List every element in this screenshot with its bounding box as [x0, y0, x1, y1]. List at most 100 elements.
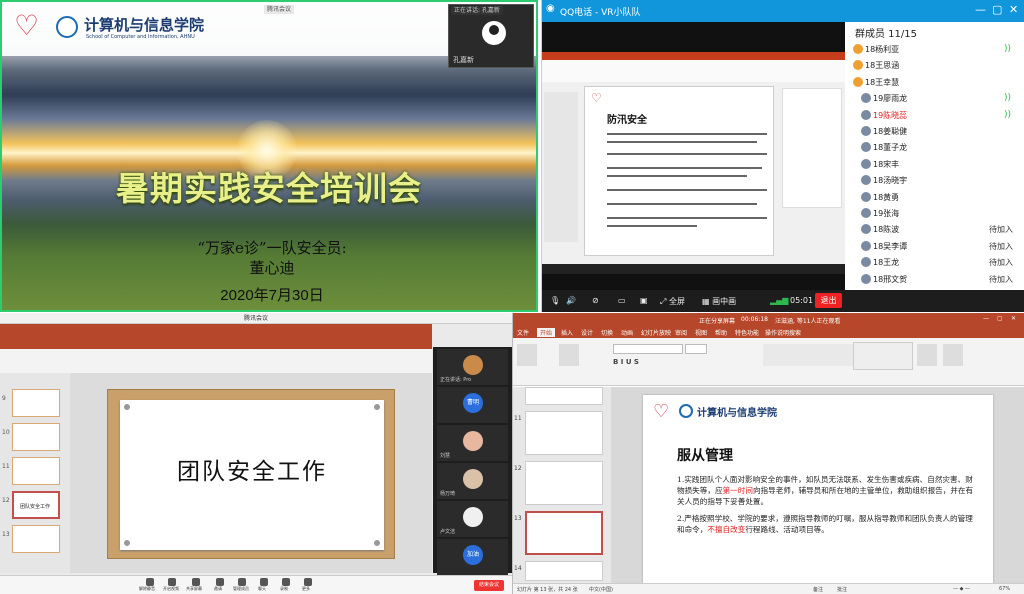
slide-thumb[interactable]: [525, 561, 603, 581]
slide-thumb-selected[interactable]: 团队安全工作: [12, 491, 60, 519]
speaking-icon: )): [1003, 93, 1011, 104]
viewer-count: 汪滋涵, 等11人正在观看: [775, 318, 841, 325]
avatar-icon: [861, 273, 871, 284]
slide-thumb[interactable]: [12, 525, 60, 553]
signal-icon: ▂▄▆: [770, 296, 789, 305]
participant-tile[interactable]: 刘慧: [437, 425, 508, 461]
mic-icon[interactable]: [146, 578, 154, 586]
slide-thumb[interactable]: [12, 389, 60, 417]
paragraph-2: 2.严格按照学校、学院的要求，遵照指导教师的叮嘱，服从指导教师和团队负责人的管理…: [677, 514, 973, 534]
minimize-icon[interactable]: —: [975, 3, 986, 16]
member-row[interactable]: 19廖雨龙)): [853, 91, 1021, 106]
screen-icon[interactable]: ▣: [640, 296, 648, 305]
member-row[interactable]: 18陈波 待加入: [853, 222, 1021, 237]
size-select[interactable]: [685, 344, 707, 354]
fullscreen-button[interactable]: ⤢ 全屏: [660, 296, 685, 307]
member-row[interactable]: 18姜聪健: [853, 124, 1021, 139]
tab-animations[interactable]: 动画: [621, 328, 633, 337]
thumb-number: 9: [2, 395, 6, 402]
participant-tile[interactable]: 加油: [437, 539, 508, 575]
paste-button[interactable]: [517, 344, 537, 366]
comments-button[interactable]: 批注: [837, 586, 847, 593]
shared-side-pane: [782, 88, 842, 208]
member-row[interactable]: 18黄勇: [853, 190, 1021, 205]
slide-thumb[interactable]: [525, 411, 603, 455]
participant-tile[interactable]: 正在讲话: Pro: [437, 349, 508, 385]
speaker-icon[interactable]: 🔊: [566, 296, 576, 305]
more-icon[interactable]: [304, 578, 312, 586]
qq-call-window: ◉ QQ电话 - VR小队队 — ▢ ✕ ♡ 防汛安全 群成员 11/15 18…: [541, 0, 1024, 312]
participant-tile[interactable]: 卢文洁: [437, 501, 508, 537]
invite-icon[interactable]: [216, 578, 224, 586]
member-row[interactable]: 18杨利亚)): [853, 42, 1021, 57]
minimize-icon[interactable]: —: [983, 315, 989, 322]
members-icon[interactable]: [238, 578, 246, 586]
video-icon[interactable]: [168, 578, 176, 586]
text-line: [607, 217, 767, 219]
avatar-icon: [463, 431, 483, 451]
member-row[interactable]: 18董子龙: [853, 140, 1021, 155]
member-row[interactable]: 18邢文贺 待加入: [853, 272, 1021, 287]
screen-share-icon[interactable]: ▭: [618, 296, 626, 305]
tab-features[interactable]: 特色功能: [735, 328, 759, 337]
tab-design[interactable]: 设计: [581, 328, 593, 337]
member-name: 18董子龙: [873, 143, 908, 153]
close-icon[interactable]: ✕: [1011, 315, 1016, 322]
slide-thumb-selected[interactable]: [525, 511, 603, 555]
participant-tile[interactable]: 杨万琦: [437, 463, 508, 499]
thumb-title: 团队安全工作: [20, 504, 51, 510]
member-row[interactable]: 18吴李谭 待加入: [853, 239, 1021, 254]
shapes-gallery[interactable]: [853, 342, 913, 370]
member-row[interactable]: 18王思涵: [853, 58, 1021, 73]
slide-thumb[interactable]: [525, 461, 603, 505]
member-row[interactable]: 19张海: [853, 206, 1021, 221]
powerpoint-share-window: 正在分享屏幕 00:06:18 汪滋涵, 等11人正在观看 — ▢ ✕ 文件 开…: [512, 313, 1024, 594]
pip-button[interactable]: ▦ 画中画: [702, 296, 736, 307]
participant-camera[interactable]: 正在讲话: 孔嘉新 孔嘉新: [448, 4, 534, 68]
record-icon[interactable]: [282, 578, 290, 586]
close-icon[interactable]: ✕: [1009, 3, 1018, 16]
quick-styles-button[interactable]: [943, 344, 963, 366]
avatar-icon: [861, 208, 871, 218]
mic-icon[interactable]: 🎙: [550, 296, 560, 305]
tab-home[interactable]: 开始: [537, 328, 556, 337]
maximize-icon[interactable]: ▢: [997, 315, 1003, 322]
text-line: [607, 141, 757, 143]
slide-thumb[interactable]: [12, 457, 60, 485]
member-row[interactable]: 18汤晓宇: [853, 173, 1021, 188]
member-row[interactable]: 19陈晓蕊)): [853, 108, 1021, 123]
tab-help[interactable]: 帮助: [715, 328, 727, 337]
member-row[interactable]: 18王龙 待加入: [853, 255, 1021, 270]
end-meeting-button[interactable]: 结束会议: [474, 580, 504, 591]
thumb-number: 14: [514, 565, 522, 572]
slide-thumbnails: 11 12 13 14: [513, 387, 611, 583]
tab-review[interactable]: 审阅: [675, 328, 687, 337]
exit-call-button[interactable]: 退出: [815, 293, 842, 308]
tell-me-search[interactable]: 操作说明搜索: [765, 328, 801, 337]
slide-thumb[interactable]: [12, 423, 60, 451]
bold-icon[interactable]: B I U S: [613, 358, 639, 366]
member-status: 待加入: [989, 225, 1013, 235]
new-slide-button[interactable]: [559, 344, 579, 366]
font-select[interactable]: [613, 344, 683, 354]
slide-thumb[interactable]: [525, 387, 603, 405]
maximize-icon[interactable]: ▢: [992, 3, 1002, 16]
arrange-button[interactable]: [917, 344, 937, 366]
speaking-tag: 正在讲话: 孔嘉新: [451, 6, 503, 15]
participant-tile[interactable]: 曹明: [437, 387, 508, 423]
share-icon[interactable]: [192, 578, 200, 586]
zoom-slider[interactable]: — ◆ —: [953, 586, 970, 592]
member-row[interactable]: 18宋丰: [853, 157, 1021, 172]
tab-file[interactable]: 文件: [517, 328, 529, 337]
tab-slideshow[interactable]: 幻灯片放映: [641, 328, 671, 337]
chat-icon[interactable]: [260, 578, 268, 586]
tab-transitions[interactable]: 切换: [601, 328, 613, 337]
tab-view[interactable]: 视图: [695, 328, 707, 337]
shared-slide: ♡ 防汛安全: [584, 86, 774, 256]
notes-button[interactable]: 备注: [813, 586, 823, 593]
tab-insert[interactable]: 插入: [561, 328, 573, 337]
thumb-number: 12: [514, 465, 522, 472]
camera-off-icon[interactable]: ⊘: [592, 296, 599, 305]
member-row[interactable]: 18王幸慧: [853, 75, 1021, 90]
member-name: 18王思涵: [865, 61, 900, 71]
